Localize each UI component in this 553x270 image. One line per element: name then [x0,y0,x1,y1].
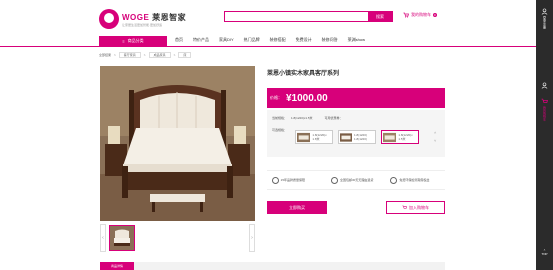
thumbnail-bed-image [110,226,134,250]
category-button[interactable]: ≡ 商品分类 [99,36,167,46]
breadcrumb-level1[interactable]: 客厅家具 [118,52,141,58]
bed-image [100,66,255,221]
breadcrumb-root[interactable]: 全部结果 [99,53,111,57]
logo-cn: 莱恩智家 [152,12,187,22]
nav-item-decor[interactable]: 装修搭配 [270,37,286,43]
main-nav: 首页 特价产品 家具DIY 热门品牌 装修搭配 免费设计 装修问答 莱渊show [175,37,365,43]
thumbnail-item[interactable] [109,225,135,251]
shield-icon [271,176,279,184]
coupon-label: 可用优惠券： [324,116,343,120]
leaf-icon [390,176,398,184]
guarantee-item: 15年品牌质量保障 [271,176,322,184]
logo-icon [99,9,119,29]
logo-subtitle: 让家居生活更加智能·更加舒适 [122,22,162,27]
nav-item-qa[interactable]: 装修问答 [322,37,338,43]
right-sidebar: 登录/注册 我的购物车 ˄ TOP [536,0,553,270]
nav-item-brands[interactable]: 热门品牌 [244,37,260,43]
spec-panel: 当前规格： 1.8(1220)x1.5米 可用优惠券： 可选规格： 1.8(12… [267,110,445,157]
buy-now-button[interactable]: 立即购买 [267,201,327,214]
cart-icon [541,98,548,104]
sidebar-cart[interactable]: 我的购物车 [536,98,553,121]
price-value: ¥1000.00 [286,92,328,104]
nav-item-special[interactable]: 特价产品 [193,37,209,43]
product-main-image[interactable] [100,66,255,221]
current-spec-label: 当前规格： [272,116,288,120]
price-bar: 价格： ¥1000.00 [267,88,445,108]
cart-count-badge: 0 [433,13,437,17]
truck-icon [330,176,338,184]
guarantee-item: 免费环保检测真假权益 [390,176,440,184]
spec-option-thumbnail [383,132,397,142]
search-button[interactable]: 搜索 [368,12,392,21]
spec-option[interactable]: 1.8(1220)x 1.8米 [295,130,333,144]
thumbnail-next-button[interactable]: › [249,224,255,252]
spec-select-label: 可选规格： [272,128,288,132]
spec-option-thumbnail [297,132,311,142]
cart-icon [403,12,409,18]
sidebar-login[interactable]: 登录/注册 [536,8,553,29]
user-icon [541,82,548,89]
current-spec-value: 1.8(1220)x1.5米 [291,116,313,120]
chevron-left-icon: ‹ [102,235,104,241]
cart-icon [402,205,407,209]
logo-brand: WOGE [122,12,150,22]
product-title: 莱恩小镇实木家具客厅系列 [267,71,340,77]
chevron-down-icon[interactable]: ˅ [434,138,436,143]
user-icon [541,8,548,15]
back-to-top-button[interactable]: ˄ TOP [536,248,553,256]
breadcrumb: 全部结果 > 客厅家具 > 成品家具 > 床 [99,52,192,58]
thumbnail-strip: ‹ › [100,224,255,252]
guarantee-row: 15年品牌质量保障 全国包邮30天无理由退货 免费环保检测真假权益 [267,170,445,190]
search-bar: 搜索 [224,11,393,22]
nav-item-home[interactable]: 首页 [175,37,183,43]
product-page: WOGE 莱恩智家 让家居生活更加智能·更加舒适 搜索 我的购物车 0 ≡ 商品… [0,0,553,270]
sidebar-account[interactable] [536,82,553,89]
nav-item-diy[interactable]: 家具DIY [219,37,234,43]
nav-divider [0,46,536,47]
guarantee-item: 全国包邮30天无理由退货 [330,176,381,184]
menu-icon: ≡ [122,38,125,44]
thumbnail-prev-button[interactable]: ‹ [100,224,106,252]
spec-option-selected[interactable]: 1.8(1220)x 1.5米 [381,130,419,144]
category-label: 商品分类 [127,38,144,43]
header-cart[interactable]: 我的购物车 0 [403,12,437,18]
add-to-cart-button[interactable]: 加入购物车 [386,201,445,214]
spec-option-thumbnail [340,132,353,142]
chevron-up-icon[interactable]: ˄ [434,130,436,135]
nav-item-show[interactable]: 莱渊show [348,37,365,43]
cart-label: 我的购物车 [411,12,431,17]
breadcrumb-level3[interactable]: 床 [178,52,192,58]
price-label: 价格： [270,95,282,100]
spec-scroll-controls: ˄ ˅ [434,130,436,143]
spec-option[interactable]: 1.8(1220) 1.8(1220) [338,130,376,144]
search-input[interactable] [225,12,369,21]
detail-tab-bar: 商品详情 [100,262,445,270]
chevron-right-icon: › [251,235,253,241]
breadcrumb-level2[interactable]: 成品家具 [148,52,171,58]
nav-item-design[interactable]: 免费设计 [296,37,312,43]
tab-product-detail[interactable]: 商品详情 [100,262,134,270]
site-logo[interactable]: WOGE 莱恩智家 让家居生活更加智能·更加舒适 [99,9,186,29]
